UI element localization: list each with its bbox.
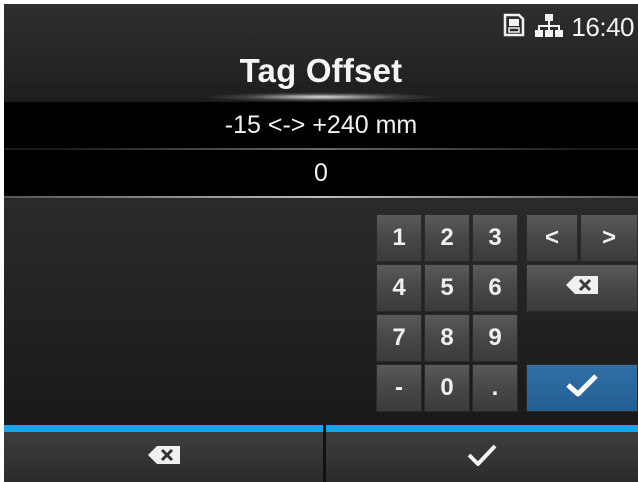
key-3[interactable]: 3 [472, 214, 518, 262]
backspace-icon [564, 274, 600, 303]
right-arrow-key[interactable]: > [580, 214, 638, 262]
value-text: 0 [314, 158, 328, 187]
left-arrow-key[interactable]: < [526, 214, 578, 262]
backspace-key[interactable] [526, 264, 638, 312]
sd-card-icon [501, 12, 527, 43]
page-title: Tag Offset [239, 52, 403, 89]
status-time: 16:40 [571, 11, 634, 42]
header: 16:40 Tag Offset [4, 4, 638, 102]
bottom-accent-bar [4, 425, 638, 432]
key-6[interactable]: 6 [472, 264, 518, 312]
key-1[interactable]: 1 [376, 214, 422, 262]
minus-key[interactable]: - [376, 364, 422, 412]
range-label: -15 <-> +240 mm [224, 110, 418, 139]
range-label-band: -15 <-> +240 mm [4, 102, 638, 148]
backspace-icon [146, 444, 182, 471]
key-4[interactable]: 4 [376, 264, 422, 312]
status-bar: 16:40 [501, 12, 634, 42]
bottom-confirm-button[interactable] [326, 432, 638, 482]
key-9[interactable]: 9 [472, 314, 518, 362]
network-icon [535, 12, 564, 43]
decimal-key[interactable]: . [472, 364, 518, 412]
enter-key[interactable] [526, 364, 638, 412]
bottom-backspace-button[interactable] [4, 432, 323, 482]
key-8[interactable]: 8 [424, 314, 470, 362]
key-5[interactable]: 5 [424, 264, 470, 312]
value-field[interactable]: 0 [4, 150, 638, 196]
key-2[interactable]: 2 [424, 214, 470, 262]
title-glow [201, 92, 441, 102]
key-7[interactable]: 7 [376, 314, 422, 362]
key-0[interactable]: 0 [424, 364, 470, 412]
check-icon [466, 442, 498, 473]
printer-screen: 16:40 Tag Offset -15 <-> +240 mm 0 1 2 3… [4, 4, 638, 482]
check-icon [565, 372, 599, 405]
